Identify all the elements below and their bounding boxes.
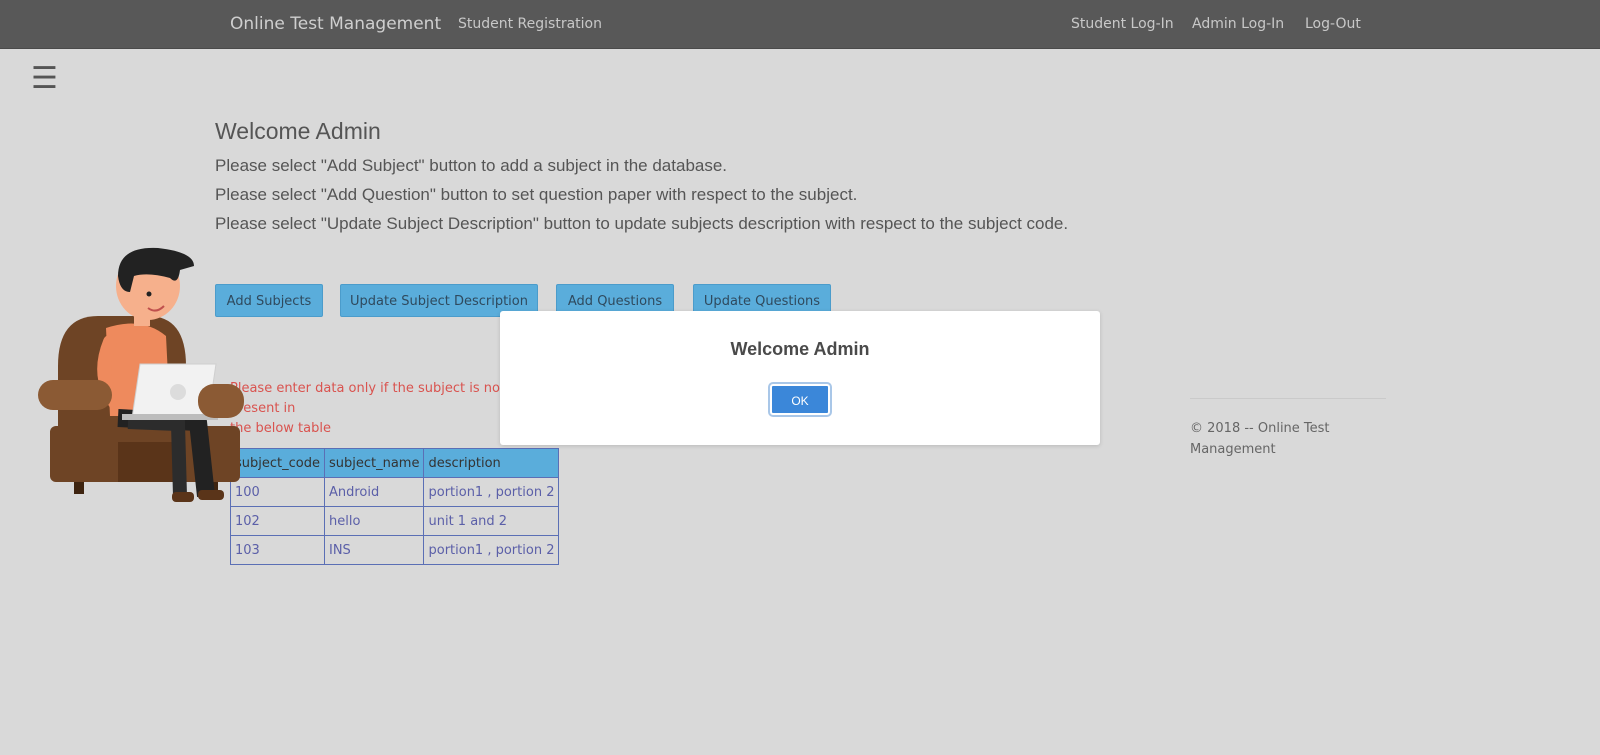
footer-copyright: © 2018 -- Online Test Management (1190, 421, 1330, 457)
nav-student-login[interactable]: Student Log-In (1071, 0, 1174, 48)
hamburger-menu-icon[interactable]: ☰ (31, 64, 58, 94)
cell-description: portion1 , portion 2 (423, 477, 560, 507)
cell-subject-name: hello (323, 506, 425, 536)
warning-message: Please enter data only if the subject is… (230, 379, 520, 439)
table-row: 100 Android portion1 , portion 2 (230, 477, 560, 507)
warning-line-2: the below table (230, 421, 331, 436)
nav-admin-login[interactable]: Admin Log-In (1192, 0, 1284, 48)
table-header-row: subject_code subject_name description (230, 448, 560, 478)
warning-line-1: Please enter data only if the subject is… (230, 381, 506, 416)
footer-divider (1190, 398, 1386, 399)
header-subject-name: subject_name (323, 448, 425, 478)
table-row: 103 INS portion1 , portion 2 (230, 535, 560, 565)
instruction-line-2: Please select "Add Question" button to s… (215, 185, 858, 204)
cell-subject-name: Android (323, 477, 425, 507)
cell-description: portion1 , portion 2 (423, 535, 560, 565)
page-title: Welcome Admin (215, 118, 381, 144)
dialog-title: Welcome Admin (730, 339, 870, 359)
subjects-table: subject_code subject_name description 10… (230, 448, 560, 565)
cell-description: unit 1 and 2 (423, 506, 560, 536)
top-navbar: Online Test Management Student Registrat… (0, 0, 1600, 49)
nav-student-registration[interactable]: Student Registration (458, 0, 602, 48)
instruction-line-1: Please select "Add Subject" button to ad… (215, 156, 728, 175)
ok-button[interactable]: OK (768, 382, 832, 417)
welcome-alert-dialog: Welcome Admin OK (500, 311, 1100, 445)
cell-subject-name: INS (323, 535, 425, 565)
admin-on-couch-illustration (38, 247, 244, 502)
nav-logout[interactable]: Log-Out (1305, 0, 1361, 48)
header-description: description (423, 448, 560, 478)
table-row: 102 hello unit 1 and 2 (230, 506, 560, 536)
cell-subject-code: 103 (230, 535, 325, 565)
instruction-line-3: Please select "Update Subject Descriptio… (215, 214, 1069, 233)
brand-link[interactable]: Online Test Management (230, 0, 441, 48)
